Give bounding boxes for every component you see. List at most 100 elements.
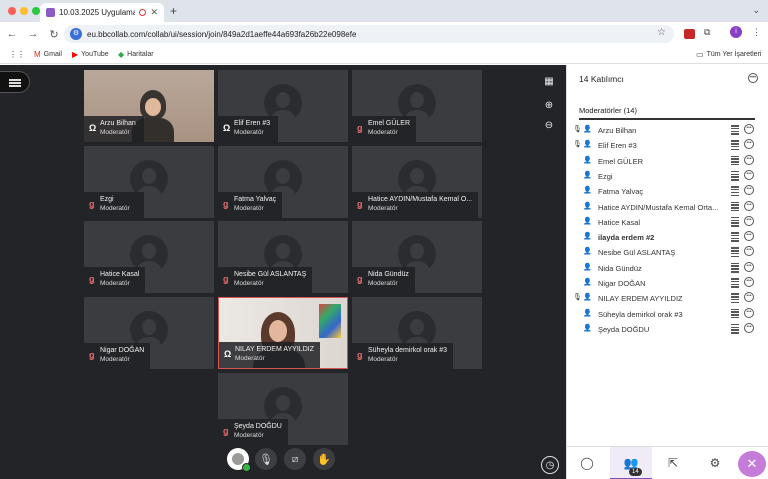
zoom-window-button[interactable] (32, 7, 40, 15)
participant-row[interactable]: 👤 Fatma Yalvaç ••• (573, 184, 763, 199)
list-options-icon[interactable] (731, 293, 739, 304)
address-bar[interactable]: ⚙ eu.bbcollab.com/collab/ui/session/join… (64, 25, 674, 43)
list-options-icon[interactable] (731, 232, 739, 242)
participant-more-icon[interactable]: ••• (744, 139, 754, 150)
panel-more-icon[interactable]: ••• (748, 73, 758, 83)
zoom-in-icon[interactable]: ⊕ (541, 97, 557, 113)
list-options-icon[interactable] (731, 140, 739, 151)
list-options-icon[interactable] (731, 201, 739, 212)
participant-tile[interactable]: ǥ Nida Gündüz Moderatör (352, 221, 482, 293)
participant-row[interactable]: 🎙 👤 NILAY ERDEM AYYILDIZ ••• (573, 291, 763, 306)
participant-more-icon[interactable]: ••• (744, 215, 754, 226)
profile-avatar[interactable]: i (730, 26, 742, 38)
browser-menu-icon[interactable]: ⋮ (752, 27, 761, 38)
participant-row[interactable]: 👤 Hatice Kasal ••• (573, 215, 763, 230)
extensions-puzzle-icon[interactable]: ⧉ (704, 27, 710, 38)
camera-off-icon[interactable]: ⧄ (284, 448, 306, 470)
zoom-out-icon[interactable]: ⊖ (541, 117, 557, 133)
participant-row[interactable]: 👤 Nesibe Gül ASLANTAŞ ••• (573, 245, 763, 260)
tab-close-button[interactable]: ✕ (150, 7, 158, 18)
browser-tab[interactable]: 10.03.2025 Uygulama Öğ ✕ (40, 3, 164, 22)
participant-tile[interactable]: Ω Elif Eren #3 Moderatör (218, 70, 348, 142)
participant-row[interactable]: 👤 Nida Gündüz ••• (573, 261, 763, 276)
participant-more-icon[interactable]: ••• (744, 154, 754, 165)
participant-tile[interactable]: ǥ Fatma Yalvaç Moderatör (218, 146, 348, 218)
list-options-icon[interactable] (731, 262, 739, 273)
session-menu-button[interactable] (0, 71, 30, 93)
minimize-window-button[interactable] (20, 7, 28, 15)
user-icon: 👤 (583, 233, 592, 241)
maps-icon: ◆ (118, 50, 125, 59)
list-options-icon[interactable] (731, 216, 739, 227)
participant-row[interactable]: 👤 Ezgi ••• (573, 169, 763, 184)
participant-row[interactable]: 👤 Emel GÜLER ••• (573, 154, 763, 169)
participant-more-icon[interactable]: ••• (744, 200, 754, 211)
bookmark-gmail[interactable]: M Gmail (34, 50, 62, 59)
participant-more-icon[interactable]: ••• (744, 246, 754, 257)
my-status-avatar[interactable] (227, 448, 251, 472)
close-window-button[interactable] (8, 7, 16, 15)
participant-tile[interactable]: ǥ Hatice Kasal Moderatör (84, 221, 214, 293)
participant-more-icon[interactable]: ••• (744, 124, 754, 134)
participant-tile[interactable]: ǥ Nesibe Gül ASLANTAŞ Moderatör (218, 221, 348, 293)
participant-tile[interactable]: ǥ Ezgi Moderatör (84, 146, 214, 218)
participant-row[interactable]: 🎙 👤 Arzu Bilhan ••• (573, 123, 763, 138)
list-options-icon[interactable] (731, 125, 739, 135)
participant-tile[interactable]: ǥ Hatice AYDIN/Mustafa Kemal O... Moderatö… (352, 146, 482, 218)
participant-row[interactable]: 🎙 👤 Elif Eren #3 ••• (573, 138, 763, 153)
list-options-icon[interactable] (731, 186, 739, 197)
participant-tile[interactable]: Ω NILAY ERDEM AYYILDIZ Moderatör (218, 297, 348, 369)
reload-button[interactable]: ↻ (45, 28, 63, 41)
tile-role: Moderatör (100, 129, 130, 136)
tile-name: Emel GÜLER (368, 120, 411, 127)
grid-view-icon[interactable]: ▦ (541, 73, 557, 89)
list-options-icon[interactable] (731, 155, 739, 166)
participant-tile[interactable]: ǥ Şeyda DOĞDU Moderatör (218, 373, 348, 445)
extension-icon[interactable] (684, 29, 695, 39)
list-options-icon[interactable] (731, 170, 739, 181)
participant-more-icon[interactable]: ••• (744, 185, 754, 196)
settings-gear-icon[interactable]: ⚙ (707, 455, 723, 471)
microphone-off-icon[interactable]: 🎙 (255, 448, 277, 470)
forward-button[interactable]: → (24, 28, 42, 40)
mic-muted-icon: ǥ (223, 199, 229, 209)
participant-tile[interactable]: ǥ Nigar DOĞAN Moderatör (84, 297, 214, 369)
participant-more-icon[interactable]: ••• (744, 322, 754, 333)
participant-tile[interactable]: Ω Arzu Bilhan Moderatör (84, 70, 214, 142)
participant-row[interactable]: 👤 Hatice AYDIN/Mustafa Kemal Orta... ••• (573, 200, 763, 215)
participant-more-icon[interactable]: ••• (744, 277, 754, 287)
tile-role: Moderatör (235, 355, 265, 362)
new-tab-button[interactable]: + (170, 4, 177, 18)
participant-row[interactable]: 👤 ilayda erdem #2 ••• (573, 230, 763, 245)
list-options-icon[interactable] (731, 278, 739, 288)
participant-more-icon[interactable]: ••• (744, 292, 754, 303)
tile-name: Nida Gündüz (368, 271, 409, 278)
participant-row[interactable]: 👤 Şeyda DOĞDU ••• (573, 322, 763, 337)
participant-more-icon[interactable]: ••• (744, 231, 754, 242)
participant-more-icon[interactable]: ••• (744, 169, 754, 180)
site-info-icon[interactable]: ⚙ (70, 28, 82, 40)
chat-icon[interactable]: ◯ (579, 455, 595, 471)
tile-caption: Ω NILAY ERDEM AYYILDIZ Moderatör (219, 342, 320, 368)
apps-grid-icon[interactable]: ⋮⋮ (9, 50, 28, 59)
bookmark-maps[interactable]: ◆ Haritalar (118, 50, 154, 59)
participant-tile[interactable]: ǥ Emel GÜLER Moderatör (352, 70, 482, 142)
participant-tile[interactable]: ǥ Süheyla demirkol orak #3 Moderatör (352, 297, 482, 369)
bookmark-youtube[interactable]: ▶ YouTube (72, 50, 109, 59)
participant-row[interactable]: 👤 Nigar DOĞAN ••• (573, 276, 763, 291)
bookmark-star-icon[interactable]: ☆ (657, 27, 666, 38)
list-options-icon[interactable] (731, 247, 739, 258)
close-panel-button[interactable]: ✕ (738, 451, 766, 477)
share-content-icon[interactable]: ⇱ (665, 455, 681, 471)
activity-clock-icon[interactable]: ◷ (541, 456, 559, 474)
participant-row[interactable]: 👤 Süheyla demirkol orak #3 ••• (573, 307, 763, 322)
user-icon: 👤 (583, 294, 592, 302)
all-bookmarks[interactable]: ▭ Tüm Yer İşaretleri (696, 50, 761, 59)
raise-hand-icon[interactable]: ✋ (313, 448, 335, 470)
participant-more-icon[interactable]: ••• (744, 307, 754, 318)
back-button[interactable]: ← (3, 28, 21, 40)
list-options-icon[interactable] (731, 308, 739, 319)
participant-more-icon[interactable]: ••• (744, 261, 754, 272)
list-options-icon[interactable] (731, 323, 739, 334)
tab-search-chevron-icon[interactable]: ⌄ (752, 5, 760, 16)
